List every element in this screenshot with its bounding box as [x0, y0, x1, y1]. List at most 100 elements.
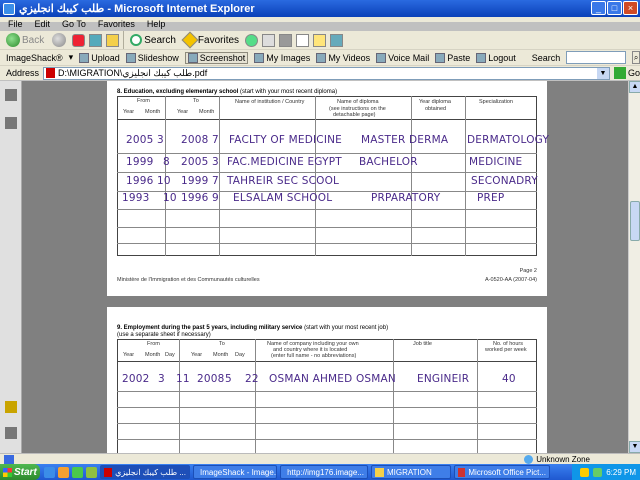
row-line — [117, 243, 537, 244]
folder-icon — [254, 52, 265, 63]
lock-icon — [476, 52, 487, 63]
taskbar-item-pdf[interactable]: طلب كيبك انجليزي ... — [100, 465, 190, 479]
header-divider — [117, 361, 537, 362]
row-from-year: 2002 — [122, 373, 150, 385]
standard-toolbar: Back Search Favorites — [0, 31, 640, 50]
row-from-year: 2005 — [126, 134, 154, 146]
forward-button[interactable] — [50, 29, 68, 51]
messenger-icon[interactable] — [330, 33, 344, 47]
col-divider — [393, 339, 394, 453]
menu-favorites[interactable]: Favorites — [98, 19, 135, 29]
close-button[interactable]: × — [623, 1, 638, 15]
dropdown-icon[interactable]: ▾ — [69, 52, 74, 63]
home-icon[interactable] — [106, 33, 120, 47]
logout-button[interactable]: Logout — [476, 52, 516, 63]
pdf-document-view[interactable]: 8. Education, excluding elementary schoo… — [22, 81, 628, 453]
menu-edit[interactable]: Edit — [35, 19, 51, 29]
row-from-year: 1993 — [122, 192, 150, 204]
tray-icon[interactable] — [593, 467, 603, 477]
row-hours: 40 — [502, 373, 516, 385]
address-input[interactable]: D:\MIGRATION\طلب كيبك انجليزي.pdf ▼ — [43, 66, 610, 80]
menu-file[interactable]: File — [8, 19, 23, 29]
messenger-quicklaunch-icon[interactable] — [72, 466, 83, 478]
header-to-year: Year — [177, 109, 189, 115]
header-institution: Name of institution / Country — [235, 99, 305, 105]
row-to-year: 2008 — [181, 134, 209, 146]
address-dropdown-icon[interactable]: ▼ — [596, 67, 609, 79]
row-to-year: 1996 — [181, 192, 209, 204]
header-from-month: Month — [145, 109, 161, 115]
row-to-day: 22 — [245, 373, 259, 385]
header-from-month: Month — [145, 352, 161, 358]
screenshot-button[interactable]: Screenshot — [184, 51, 249, 64]
paste-button[interactable]: Paste — [435, 52, 470, 63]
education-section-title: 8. Education, excluding elementary schoo… — [117, 89, 338, 95]
tray-icon[interactable] — [580, 467, 590, 477]
print-icon[interactable] — [279, 33, 293, 47]
search-go-button[interactable]: ⌕ — [632, 51, 640, 64]
search-label: Search — [531, 52, 561, 63]
firefox-quicklaunch-icon[interactable] — [58, 466, 69, 478]
ie-icon — [3, 2, 15, 15]
imageshack-search-input[interactable] — [566, 51, 627, 64]
imageshack-menu[interactable]: ImageShack® — [6, 53, 63, 63]
taskbar-item-imageshack[interactable]: ImageShack - Image... — [193, 465, 277, 479]
start-button[interactable]: Start — [0, 464, 40, 480]
taskbar-item-img176[interactable]: http://img176.image... — [280, 465, 368, 479]
row-institution: FACLTY OF MEDICINE — [229, 134, 343, 146]
imageshack-toolbar: ImageShack® ▾ Upload Slideshow Screensho… — [0, 50, 640, 66]
header-divider — [117, 119, 537, 120]
row-to-month: 7 — [212, 134, 219, 146]
pages-icon[interactable] — [5, 89, 17, 101]
status-bar: Unknown Zone — [0, 453, 640, 464]
ie-quicklaunch-icon[interactable] — [44, 466, 55, 478]
row-from-month: 10 — [163, 192, 177, 204]
attachments-icon[interactable] — [5, 427, 17, 439]
scroll-down-icon[interactable]: ▼ — [629, 441, 640, 453]
row-from-month: 3 — [157, 134, 164, 146]
back-button[interactable]: Back — [4, 29, 46, 51]
screenshot-icon — [187, 52, 198, 63]
mail-icon[interactable] — [262, 33, 276, 47]
row-institution: ELSALAM SCHOOL — [233, 192, 333, 204]
my-videos-button[interactable]: My Videos — [316, 52, 370, 63]
menu-goto[interactable]: Go To — [62, 19, 86, 29]
employment-section-note: (use a separate sheet if necessary) — [117, 332, 211, 338]
scroll-up-icon[interactable]: ▲ — [629, 81, 640, 93]
upload-button[interactable]: Upload — [79, 52, 120, 63]
header-to: To — [219, 341, 225, 347]
favorites-button[interactable]: Favorites — [181, 29, 241, 51]
row-diploma: MASTER DERMA — [361, 134, 449, 146]
stop-icon[interactable] — [72, 33, 86, 47]
minimize-button[interactable]: _ — [591, 1, 606, 15]
menu-help[interactable]: Help — [147, 19, 166, 29]
note-icon[interactable] — [313, 33, 327, 47]
clock: 6:29 PM — [606, 467, 636, 477]
taskbar-item-office-picture[interactable]: Microsoft Office Pict... — [454, 465, 550, 479]
slideshow-button[interactable]: Slideshow — [125, 52, 179, 63]
row-line — [117, 209, 537, 210]
header-year-obtained: Year diploma — [419, 99, 451, 105]
media-quicklaunch-icon[interactable] — [86, 466, 97, 478]
row-job-title: ENGINEIR — [417, 373, 470, 385]
row-institution: TAHREIR SEC SCOOL — [227, 175, 340, 187]
go-button[interactable]: Go — [613, 67, 640, 79]
security-zone: Unknown Zone — [524, 454, 590, 464]
search-button[interactable]: Search — [128, 29, 178, 51]
my-images-button[interactable]: My Images — [254, 52, 310, 63]
edit-icon[interactable] — [296, 33, 310, 47]
folder-icon — [375, 467, 384, 477]
row-company: OSMAN AHMED OSMAN — [269, 373, 396, 385]
system-tray: 6:29 PM — [572, 464, 640, 480]
history-icon[interactable] — [245, 33, 259, 47]
quick-launch — [44, 466, 97, 478]
bookmarks-icon[interactable] — [5, 117, 17, 129]
comments-icon[interactable] — [5, 401, 17, 413]
row-from-month: 3 — [158, 373, 165, 385]
refresh-icon[interactable] — [89, 33, 103, 47]
voice-mail-button[interactable]: Voice Mail — [376, 52, 429, 63]
scroll-thumb[interactable] — [630, 201, 640, 241]
taskbar-item-migration[interactable]: MIGRATION — [371, 465, 451, 479]
maximize-button[interactable]: □ — [607, 1, 622, 15]
vertical-scrollbar[interactable]: ▲ ▼ — [628, 81, 640, 453]
